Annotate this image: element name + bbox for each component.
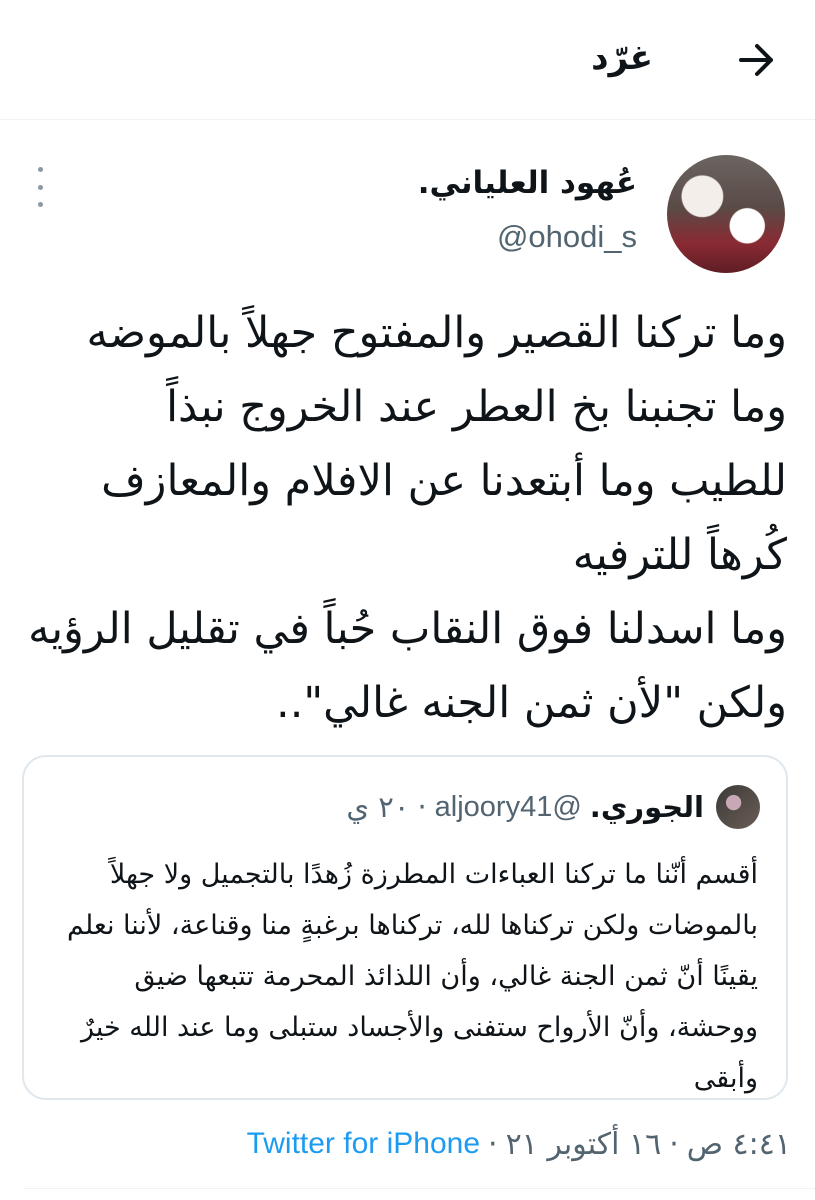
tweet-author: عُهود العلياني. @ohodi_s <box>0 145 815 275</box>
author-avatar[interactable] <box>667 155 785 273</box>
quoted-author-handle: @aljoory41 <box>434 790 582 823</box>
quoted-author-name: الجوري. <box>589 790 704 824</box>
separator-dot: · <box>669 1126 679 1162</box>
arrow-right-icon <box>739 44 773 76</box>
author-display-name[interactable]: عُهود العلياني. <box>418 163 637 203</box>
tweet-time[interactable]: ٤:٤١ ص <box>687 1127 791 1162</box>
author-handle[interactable]: @ohodi_s <box>497 217 637 257</box>
tweet-meta: ٤:٤١ ص · ١٦ أكتوبر ٢١ · Twitter for iPho… <box>247 1118 791 1170</box>
quoted-tweet[interactable]: الجوري. @aljoory41 · ٢٠ ي أقسم أنّنا ما … <box>22 755 788 1100</box>
source-link[interactable]: Twitter for iPhone <box>247 1127 480 1161</box>
quoted-tweet-header: الجوري. @aljoory41 · ٢٠ ي <box>346 785 704 829</box>
page-title: غرّد <box>591 38 653 78</box>
tweet-date[interactable]: ١٦ أكتوبر ٢١ <box>506 1127 662 1162</box>
quoted-tweet-time: ٢٠ ي <box>346 790 410 824</box>
back-button[interactable] <box>735 38 779 82</box>
divider <box>24 1188 815 1189</box>
quoted-author-avatar <box>716 785 760 829</box>
more-options-button[interactable] <box>28 167 52 207</box>
quoted-tweet-text: أقسم أنّنا ما تركنا العباءات المطرزة زُه… <box>67 859 758 1094</box>
separator-dot: · <box>488 1126 498 1162</box>
tweet-text: وما تركنا القصير والمفتوح جهلاً بالموضه … <box>28 308 787 728</box>
more-vertical-icon <box>37 167 43 172</box>
top-app-bar: غرّد <box>0 0 815 120</box>
separator-dot: · <box>417 790 427 824</box>
